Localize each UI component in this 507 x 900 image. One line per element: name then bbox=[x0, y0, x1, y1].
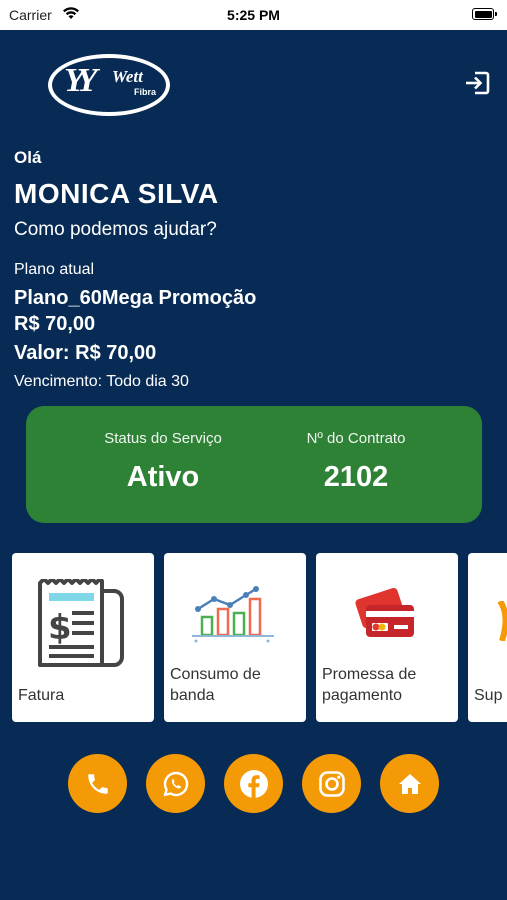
logo-subtitle: Fibra bbox=[134, 87, 157, 97]
invoice-icon: $ bbox=[38, 579, 124, 667]
support-icon bbox=[497, 601, 507, 641]
contract-number-value: 2102 bbox=[323, 461, 389, 493]
app-screen: Carrier 5:25 PM YY Wett Fibra Olá MONICA… bbox=[0, 0, 507, 900]
user-name: MONICA SILVA bbox=[14, 178, 219, 209]
contract-number-label: Nº do Contrato bbox=[306, 430, 406, 447]
tile-consumo-de-banda[interactable]: Consumo de banda bbox=[164, 553, 306, 722]
plan-value: Valor: R$ 70,00 bbox=[14, 342, 157, 364]
home-button[interactable] bbox=[380, 754, 439, 813]
contact-buttons bbox=[68, 754, 448, 814]
tile-suporte[interactable]: Sup bbox=[468, 553, 507, 722]
plan-label: Plano atual bbox=[14, 261, 95, 278]
battery-icon bbox=[472, 8, 497, 20]
status-bar: Carrier 5:25 PM bbox=[0, 0, 507, 30]
logo-mark: YY bbox=[64, 62, 97, 99]
services-carousel[interactable]: $ Fatura Consumo de banda Promessa de pa… bbox=[12, 553, 507, 722]
plan-name: Plano_60Mega Promoção bbox=[14, 287, 257, 309]
status-time: 5:25 PM bbox=[227, 7, 280, 23]
instagram-button[interactable] bbox=[302, 754, 361, 813]
tile-label: Promessa de pagamento bbox=[322, 666, 417, 704]
tile-promessa-de-pagamento[interactable]: Promessa de pagamento bbox=[316, 553, 458, 722]
phone-icon bbox=[87, 773, 108, 794]
tile-fatura[interactable]: $ Fatura bbox=[12, 553, 154, 722]
instagram-icon bbox=[318, 770, 345, 797]
service-status: Status do Serviço Ativo bbox=[63, 430, 263, 494]
service-status-card: Status do Serviço Ativo Nº do Contrato 2… bbox=[26, 406, 482, 523]
tile-label: Consumo de banda bbox=[170, 666, 261, 704]
credit-card-icon bbox=[355, 587, 414, 637]
bandwidth-chart-icon bbox=[192, 586, 274, 643]
logo-wordmark: Wett bbox=[112, 67, 143, 86]
tile-label: Sup bbox=[474, 687, 503, 704]
whatsapp-button[interactable] bbox=[146, 754, 205, 813]
phone-button[interactable] bbox=[68, 754, 127, 813]
greeting-hello: Olá bbox=[14, 148, 42, 167]
home-icon bbox=[398, 773, 421, 794]
plan-price: R$ 70,00 bbox=[14, 313, 96, 335]
logout-icon[interactable] bbox=[462, 68, 492, 98]
service-status-value: Ativo bbox=[126, 461, 200, 493]
facebook-button[interactable] bbox=[224, 754, 283, 813]
tile-label: Fatura bbox=[18, 687, 65, 704]
service-status-label: Status do Serviço bbox=[104, 430, 222, 447]
contract-number: Nº do Contrato 2102 bbox=[256, 430, 456, 494]
brand-logo: YY Wett Fibra bbox=[48, 54, 170, 116]
whatsapp-icon bbox=[163, 771, 188, 796]
help-prompt: Como podemos ajudar? bbox=[14, 219, 217, 240]
plan-due-date: Vencimento: Todo dia 30 bbox=[14, 373, 189, 390]
svg-text:$: $ bbox=[48, 608, 72, 648]
facebook-icon bbox=[239, 769, 268, 798]
